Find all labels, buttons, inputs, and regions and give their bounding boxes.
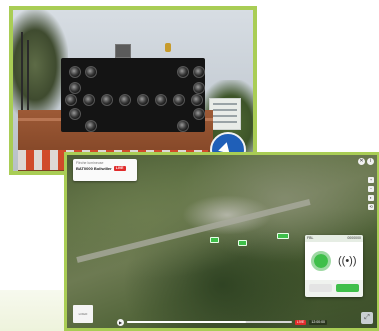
lamp — [101, 94, 113, 106]
lamp — [173, 94, 185, 106]
lamp — [119, 94, 131, 106]
lamp — [83, 94, 95, 106]
rotate-icon[interactable]: ⟲ — [368, 204, 374, 210]
app-logo: LOGO — [73, 305, 93, 323]
site-title-text: BAT0000 Bollwiller — [76, 166, 112, 171]
pole — [21, 32, 23, 112]
zoom-out-icon[interactable]: − — [368, 186, 374, 192]
site-title: BAT0000 Bollwiller LIVE — [76, 166, 134, 172]
lamp — [85, 66, 97, 78]
info-icon[interactable]: i — [367, 158, 374, 165]
broadcast-icon: ((•)) — [338, 255, 357, 267]
timeline-track[interactable] — [127, 321, 292, 323]
lamp — [193, 66, 205, 78]
site-info-card[interactable]: Flèche lumineuse BAT0000 Bollwiller LIVE — [73, 159, 137, 181]
lamp — [137, 94, 149, 106]
device-action-button[interactable] — [309, 284, 332, 292]
lamp — [177, 120, 189, 132]
map-marker[interactable] — [238, 240, 247, 246]
device-panel[interactable]: FBL 0000000 ((•)) — [305, 235, 363, 297]
pole — [27, 40, 29, 110]
fullscreen-icon[interactable]: ⤢ — [361, 312, 373, 324]
device-panel-header: FBL 0000000 — [305, 235, 363, 242]
lamp — [155, 94, 167, 106]
lamp — [69, 82, 81, 94]
zoom-in-icon[interactable]: + — [368, 177, 374, 183]
device-confirm-button[interactable] — [336, 284, 359, 292]
lamp — [177, 66, 189, 78]
app-screenshot-frame: Flèche lumineuse BAT0000 Bollwiller LIVE … — [64, 152, 379, 331]
timeline-live-badge[interactable]: LIVE — [294, 319, 307, 325]
lamp — [193, 108, 205, 120]
timeline-time: 12:00:00 — [309, 319, 327, 325]
play-icon[interactable]: ▶ — [117, 318, 124, 326]
device-id: 0000000 — [347, 236, 361, 240]
arrow-light-panel — [61, 58, 205, 132]
map-marker[interactable] — [277, 233, 289, 239]
lamp — [65, 94, 77, 106]
layers-icon[interactable]: ◐ — [368, 195, 374, 201]
lamp — [69, 66, 81, 78]
photo-frame — [9, 6, 257, 175]
warning-light — [165, 43, 171, 52]
map-tools: + − ◐ ⟲ — [368, 177, 374, 210]
building — [209, 98, 241, 130]
live-badge: LIVE — [113, 166, 126, 172]
corner-controls: ✕ i — [358, 158, 374, 165]
lamp — [85, 120, 97, 132]
close-icon[interactable]: ✕ — [358, 158, 365, 165]
site-photo — [13, 10, 253, 171]
map-marker[interactable] — [210, 237, 219, 243]
map-3d-view[interactable]: Flèche lumineuse BAT0000 Bollwiller LIVE … — [67, 155, 377, 328]
lamp — [193, 82, 205, 94]
device-type: FBL — [307, 236, 314, 240]
timeline-progress — [127, 321, 246, 323]
timeline: ▶ LIVE 12:00:00 — [117, 318, 327, 326]
device-panel-body: ((•)) — [305, 242, 363, 280]
control-box — [115, 44, 131, 58]
lamp — [191, 94, 203, 106]
lamp — [69, 108, 81, 120]
signal-dot-icon — [314, 254, 328, 268]
